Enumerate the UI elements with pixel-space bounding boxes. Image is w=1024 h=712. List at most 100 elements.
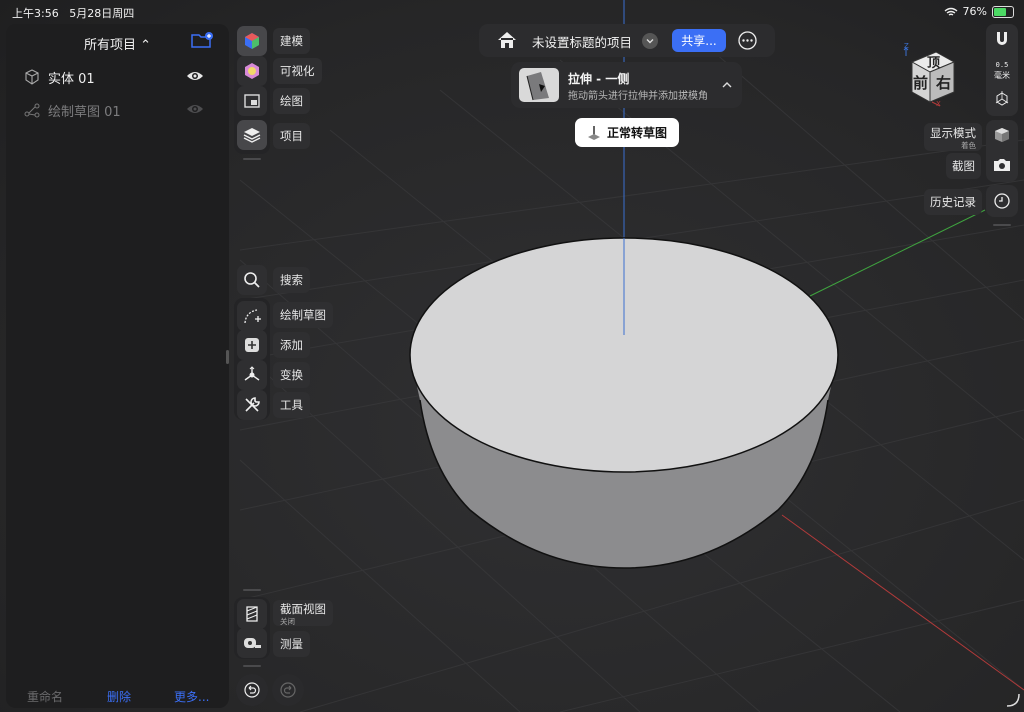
view-cube-right-face[interactable]: 右: [936, 72, 951, 93]
camera-icon[interactable]: [993, 158, 1011, 172]
redo-button[interactable]: [272, 674, 304, 706]
add-tool-button[interactable]: [237, 330, 267, 360]
undo-icon: [244, 682, 260, 698]
axis-z-label: Z: [904, 42, 909, 50]
more-options-icon[interactable]: [738, 31, 757, 50]
project-filter-label: 所有项目: [83, 38, 136, 53]
view-cube-top-face[interactable]: 顶: [927, 52, 940, 71]
tab-modeling[interactable]: 建模: [273, 28, 310, 54]
chevron-updown-icon: ⌃: [140, 38, 152, 53]
home-icon[interactable]: [497, 31, 517, 49]
drawing-button[interactable]: [237, 86, 267, 116]
transform-tool-button[interactable]: [237, 360, 267, 390]
magnet-icon[interactable]: [994, 30, 1010, 48]
visualize-icon: [245, 63, 259, 79]
new-folder-icon[interactable]: [191, 32, 213, 48]
toolbar-divider: [993, 224, 1011, 226]
display-mode-label[interactable]: 显示模式 着色: [924, 123, 982, 151]
view-cube-front-face[interactable]: 前: [913, 72, 928, 93]
sketch-label[interactable]: 绘制草图: [273, 302, 333, 328]
measure-button[interactable]: [237, 628, 267, 658]
project-title[interactable]: 未设置标题的项目: [532, 32, 632, 51]
sketch-tool-button[interactable]: [237, 301, 267, 331]
tools-button[interactable]: [237, 390, 267, 420]
screenshot-label[interactable]: 截图: [946, 153, 981, 179]
normal-to-plane-icon: [587, 125, 600, 140]
layers-icon: [243, 128, 261, 143]
section-view-button[interactable]: [237, 599, 267, 629]
axis-x-label: X: [936, 100, 941, 108]
display-mode-state: 着色: [961, 140, 976, 150]
search-label[interactable]: 搜索: [273, 267, 310, 293]
search-button[interactable]: [237, 265, 267, 295]
transform-icon: [244, 366, 260, 381]
tab-drawing[interactable]: 绘图: [273, 88, 310, 114]
tools-label[interactable]: 工具: [273, 392, 310, 418]
delete-button[interactable]: 删除: [107, 688, 131, 705]
rename-button[interactable]: 重命名: [27, 688, 63, 705]
resize-corner-icon[interactable]: [1005, 692, 1021, 708]
search-icon: [244, 272, 260, 288]
wrench-icon: [245, 397, 260, 412]
extrude-hint-card[interactable]: 拉伸 - 一侧 拖动箭头进行拉伸并添加拔模角: [511, 62, 742, 108]
status-bar: 上午3:56 5月28日周四 76%: [0, 0, 1024, 22]
redo-icon: [280, 682, 296, 698]
list-item-sketch[interactable]: 绘制草图 01: [24, 99, 214, 121]
status-time: 上午3:56: [12, 7, 59, 20]
axes-icon[interactable]: [994, 90, 1010, 106]
tab-project[interactable]: 项目: [273, 123, 310, 149]
history-label[interactable]: 历史记录: [924, 189, 982, 215]
tape-measure-icon: [244, 638, 261, 648]
section-view-label[interactable]: 截面视图 关闭: [273, 600, 333, 626]
toolbar-divider: [243, 589, 261, 591]
battery-icon: [992, 5, 1014, 18]
list-item-label: 实体 01: [48, 71, 95, 87]
wifi-icon: [944, 7, 957, 16]
view-cube[interactable]: 顶 前 右 Z X: [902, 42, 962, 110]
measure-label[interactable]: 测量: [273, 631, 310, 657]
add-icon: [245, 338, 259, 352]
toolbar-divider: [243, 158, 261, 160]
list-item-label: 绘制草图 01: [48, 104, 121, 120]
normal-to-sketch-label: 正常转草图: [606, 126, 667, 140]
panel-footer: 重命名 删除 更多...: [6, 684, 229, 708]
status-date: 5月28日周四: [69, 7, 135, 20]
display-mode-icon[interactable]: [994, 127, 1010, 143]
modeling-icon: [245, 33, 259, 49]
visualize-button[interactable]: [237, 56, 267, 86]
undo-button[interactable]: [236, 674, 268, 706]
clock-icon[interactable]: [994, 193, 1010, 209]
battery-percent: 76%: [962, 5, 987, 18]
normal-to-sketch-button[interactable]: 正常转草图: [575, 118, 679, 147]
chevron-down-icon[interactable]: [642, 33, 658, 49]
project-panel: 所有项目 ⌃ 实体 01 绘制草图 01 重命名 删除 更多...: [6, 24, 229, 708]
hint-title: 拉伸 - 一侧: [568, 72, 630, 86]
panel-resize-handle[interactable]: [226, 350, 229, 364]
section-view-text: 截面视图: [280, 601, 326, 616]
modeling-button[interactable]: [237, 26, 267, 56]
display-mode-text: 显示模式: [930, 125, 976, 140]
right-toolbar-top: 0.5 毫米: [986, 24, 1018, 116]
unit-value[interactable]: 0.5: [986, 61, 1018, 69]
project-button[interactable]: [237, 120, 267, 150]
sketch-icon: [24, 103, 40, 118]
drawing-icon: [244, 94, 260, 108]
list-item-solid[interactable]: 实体 01: [24, 66, 214, 88]
unit-label[interactable]: 毫米: [986, 70, 1018, 81]
share-button[interactable]: 共享...: [672, 29, 726, 52]
sketch-curve-icon: [244, 309, 261, 324]
eye-icon[interactable]: [186, 69, 204, 83]
cube-icon: [25, 69, 39, 85]
extrude-thumbnail: [519, 68, 559, 102]
chevron-up-icon[interactable]: [721, 81, 733, 89]
right-toolbar-history: [986, 185, 1018, 217]
add-label[interactable]: 添加: [273, 332, 310, 358]
section-view-state: 关闭: [280, 616, 295, 626]
toolbar-divider: [243, 665, 261, 667]
hint-subtitle: 拖动箭头进行拉伸并添加拔模角: [568, 91, 708, 102]
eye-hidden-icon[interactable]: [186, 102, 204, 116]
title-bar: 未设置标题的项目 共享...: [479, 24, 775, 57]
tab-visualize[interactable]: 可视化: [273, 58, 322, 84]
transform-label[interactable]: 变换: [273, 362, 310, 388]
more-button[interactable]: 更多...: [174, 688, 209, 705]
